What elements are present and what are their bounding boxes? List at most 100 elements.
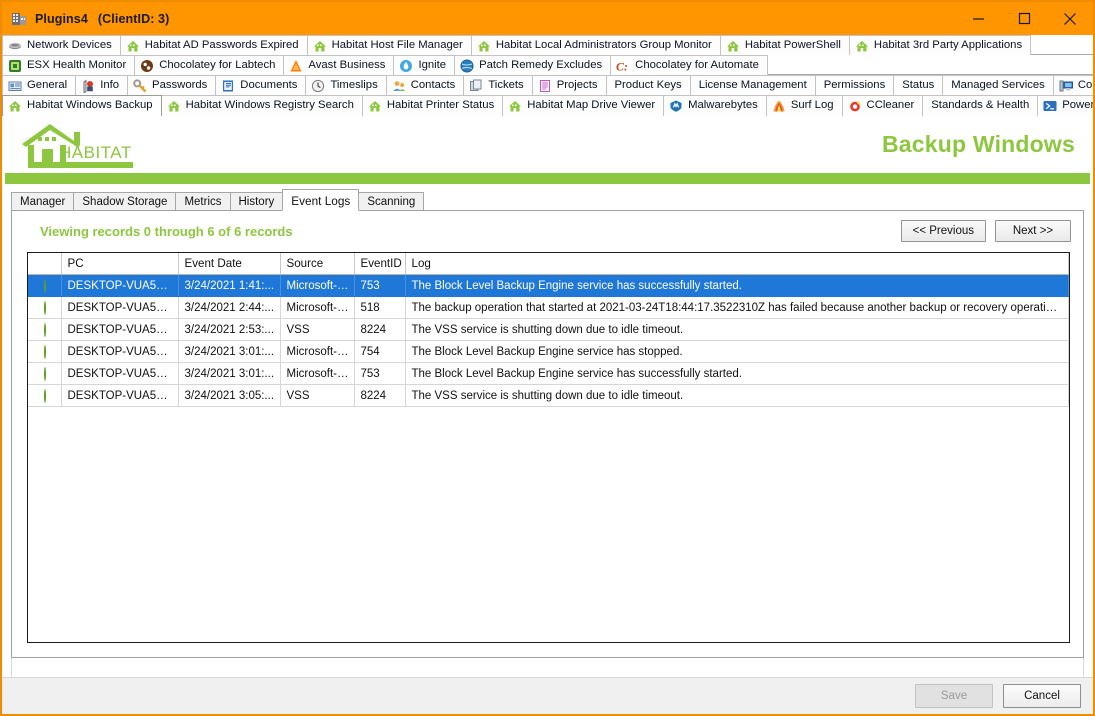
green-status-dot <box>43 300 46 315</box>
habitat-house-icon <box>477 39 491 53</box>
tab-habitat-printer-status[interactable]: Habitat Printer Status <box>362 95 504 116</box>
tab-standards-health[interactable]: Standards & Health <box>923 95 1039 116</box>
surf-log-icon <box>772 99 786 113</box>
tab-habitat-windows-backup[interactable]: Habitat Windows Backup <box>2 95 162 116</box>
tab-surf-log[interactable]: Surf Log <box>766 95 843 116</box>
tab-habitat-3rd-party-applications[interactable]: Habitat 3rd Party Applications <box>849 35 1032 55</box>
tab-avast-business[interactable]: Avast Business <box>284 55 395 75</box>
tab-label: Ignite <box>418 58 447 71</box>
save-button[interactable]: Save <box>915 684 993 708</box>
minimize-button[interactable] <box>955 2 1001 35</box>
tab-chocolatey-for-labtech[interactable]: Chocolatey for Labtech <box>135 55 285 75</box>
column-header-eventid[interactable]: EventID <box>354 253 406 275</box>
tab-chocolatey-for-automate[interactable]: C: Chocolatey for Automate <box>611 55 768 75</box>
tab-documents[interactable]: Documents <box>216 75 307 95</box>
tab-habitat-powershell[interactable]: Habitat PowerShell <box>720 35 850 55</box>
habitat-logo: HABITAT <box>16 120 149 170</box>
panel-toolbar: Viewing records 0 through 6 of 6 records… <box>12 211 1083 248</box>
tab-patch-remedy-excludes[interactable]: Patch Remedy Excludes <box>455 55 612 75</box>
inner-tab-history[interactable]: History <box>229 192 284 211</box>
table-row[interactable]: DESKTOP-VUA5S6E 3/24/2021 3:01:... Microso… <box>28 362 1069 385</box>
tab-managed-services[interactable]: Managed Services <box>943 75 1054 95</box>
tab-status[interactable]: Status <box>894 75 944 95</box>
tab-info[interactable]: Info <box>76 75 129 95</box>
window-controls <box>955 2 1093 35</box>
tab-label: Habitat Windows Registry Search <box>185 99 354 112</box>
green-status-dot <box>43 278 46 293</box>
cell-event-date: 3/24/2021 2:44:... <box>178 296 281 319</box>
habitat-house-icon <box>126 39 140 53</box>
patch-remedy-icon <box>460 59 474 73</box>
cell-source: Microsoft-Wi... <box>280 340 355 363</box>
tab-network-devices[interactable]: Network Devices <box>2 35 121 55</box>
esx-icon <box>8 59 22 73</box>
tab-ignite[interactable]: Ignite <box>394 55 456 75</box>
column-header-indicator[interactable] <box>28 253 62 275</box>
column-header-pc[interactable]: PC <box>61 253 179 275</box>
tab-timeslips[interactable]: Timeslips <box>306 75 387 95</box>
tab-label: Contacts <box>410 78 456 91</box>
cancel-button[interactable]: Cancel <box>1003 684 1081 708</box>
cell-event-date: 3/24/2021 3:01:... <box>178 340 281 363</box>
tab-label: Permissions <box>823 78 886 91</box>
green-status-dot <box>43 366 46 381</box>
table-row[interactable]: DESKTOP-VUA5S6E 3/24/2021 2:44:... Microso… <box>28 296 1069 319</box>
tab-computers[interactable]: Computers <box>1053 75 1093 95</box>
cell-event-id: 753 <box>354 362 406 385</box>
tab-license-management[interactable]: License Management <box>690 75 816 95</box>
tab-contacts[interactable]: Contacts <box>386 75 465 95</box>
table-row[interactable]: DESKTOP-VUA5S6E 3/24/2021 3:01:... Microso… <box>28 340 1069 363</box>
tab-ccleaner[interactable]: CCleaner <box>842 95 924 116</box>
branding-header: HABITAT Backup Windows <box>2 116 1093 173</box>
info-icon <box>81 79 95 93</box>
tab-label: Habitat PowerShell <box>744 38 841 51</box>
malwarebytes-icon <box>669 99 683 113</box>
tab-label: Computers <box>1077 78 1093 91</box>
tab-habitat-windows-registry-search[interactable]: Habitat Windows Registry Search <box>161 95 363 116</box>
inner-tab-scanning[interactable]: Scanning <box>358 192 425 211</box>
tab-label: Managed Services <box>951 78 1045 91</box>
habitat-house-icon <box>855 39 869 53</box>
close-button[interactable] <box>1047 2 1093 35</box>
previous-button[interactable]: << Previous <box>900 220 986 242</box>
inner-tab-metrics[interactable]: Metrics <box>175 192 231 211</box>
column-header-log[interactable]: Log <box>405 253 1069 275</box>
cell-source: VSS <box>280 384 355 407</box>
column-header-source[interactable]: Source <box>280 253 355 275</box>
table-row[interactable]: DESKTOP-VUA5S6E 3/24/2021 1:41:... Microso… <box>28 274 1069 297</box>
inner-tab-event-logs[interactable]: Event Logs <box>282 189 360 211</box>
avast-icon <box>289 59 303 73</box>
table-row[interactable]: DESKTOP-VUA5S6E 3/24/2021 2:53:... VSS 8224… <box>28 318 1069 341</box>
window-title: Plugins4 <box>35 11 88 26</box>
event-logs-grid[interactable]: PC Event Date Source EventID Log DESKTOP-VUA… <box>27 252 1070 643</box>
cell-log: The Block Level Backup Engine service ha… <box>405 362 1069 385</box>
cell-log: The VSS service is shutting down due to … <box>405 384 1069 407</box>
contacts-icon <box>392 79 406 93</box>
page-title: Backup Windows <box>882 131 1075 157</box>
tab-habitat-map-drive-viewer[interactable]: Habitat Map Drive Viewer <box>503 95 665 116</box>
tab-powershell[interactable]: PowerShell <box>1038 95 1093 116</box>
tab-general[interactable]: General <box>2 75 77 95</box>
tab-label: Habitat Windows Backup <box>27 99 153 112</box>
row-indicator-cell <box>28 384 62 407</box>
tab-habitat-local-administrators-group-monitor[interactable]: Habitat Local Administrators Group Monit… <box>471 35 721 55</box>
inner-tab-shadow-storage[interactable]: Shadow Storage <box>73 192 177 211</box>
tab-passwords[interactable]: Passwords <box>128 75 217 95</box>
tab-habitat-ad-passwords-expired[interactable]: Habitat AD Passwords Expired <box>120 35 308 55</box>
inner-tab-manager[interactable]: Manager <box>11 192 75 211</box>
tab-permissions[interactable]: Permissions <box>815 75 895 95</box>
tab-projects[interactable]: Projects <box>532 75 607 95</box>
column-header-event-date[interactable]: Event Date <box>178 253 281 275</box>
cell-source: VSS <box>280 318 355 341</box>
tab-malwarebytes[interactable]: Malwarebytes <box>664 95 767 116</box>
tab-label: Habitat Local Administrators Group Monit… <box>495 38 712 51</box>
cell-log: The backup operation that started at 202… <box>405 296 1069 319</box>
tab-habitat-host-file-manager[interactable]: Habitat Host File Manager <box>307 35 472 55</box>
next-button[interactable]: Next >> <box>995 220 1071 242</box>
ccleaner-icon <box>848 99 862 113</box>
tab-product-keys[interactable]: Product Keys <box>606 75 691 95</box>
table-row[interactable]: DESKTOP-VUA5S6E 3/24/2021 3:05:... VSS 8224… <box>28 384 1069 407</box>
maximize-button[interactable] <box>1001 2 1047 35</box>
tab-esx-health-monitor[interactable]: ESX Health Monitor <box>2 55 136 75</box>
tab-tickets[interactable]: Tickets <box>464 75 533 95</box>
